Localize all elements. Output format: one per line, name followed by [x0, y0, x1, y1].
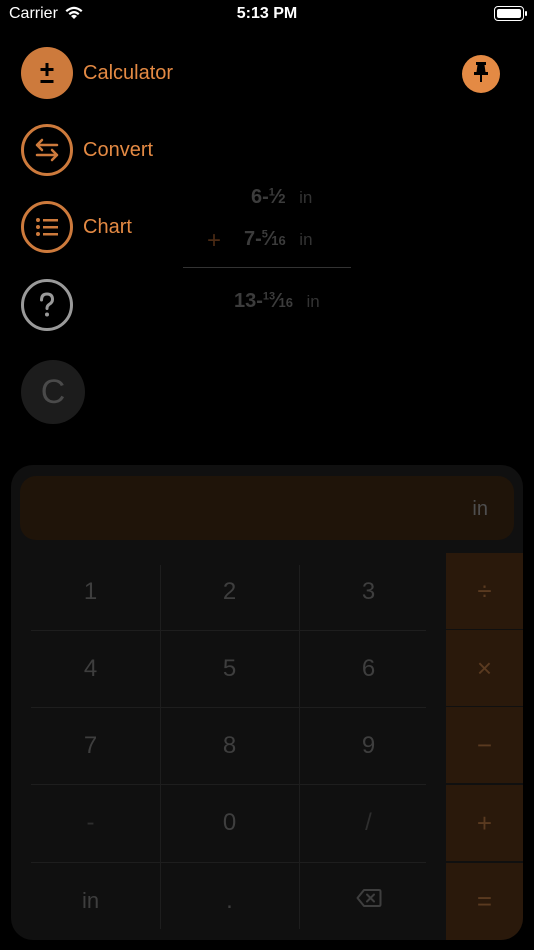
backspace-icon	[356, 887, 382, 915]
tape-divider	[183, 267, 351, 268]
tape-operator: +	[207, 227, 222, 254]
tape-whole: 6-	[251, 186, 269, 208]
backspace-button[interactable]	[299, 862, 438, 940]
menu-item-convert[interactable]: Convert	[21, 124, 153, 176]
tape-operand-2: 7-5⁄16 in	[244, 228, 313, 250]
key-unit-in[interactable]: in	[21, 862, 160, 940]
menu-item-label: Calculator	[83, 61, 174, 84]
tape-result: 13-13⁄16 in	[234, 290, 320, 312]
tape-denominator: 16	[278, 295, 293, 310]
key-0[interactable]: 0	[160, 784, 299, 862]
menu-item-chart[interactable]: Chart	[21, 201, 132, 253]
keypad-panel: in 1 2 3 4 5 6 7 8 9 - 0 / in . ÷ × − + …	[11, 465, 523, 940]
key-4[interactable]: 4	[21, 630, 160, 707]
key-fraction-slash[interactable]: /	[299, 784, 438, 862]
display-unit: in	[472, 498, 488, 520]
pin-button[interactable]	[462, 55, 500, 93]
clear-button[interactable]: C	[21, 360, 85, 424]
key-9[interactable]: 9	[299, 707, 438, 784]
key-5[interactable]: 5	[160, 630, 299, 707]
key-2[interactable]: 2	[160, 553, 299, 630]
tape-denominator: 16	[271, 233, 286, 248]
status-bar: Carrier 5:13 PM	[0, 0, 534, 30]
plus-minus-icon	[21, 47, 73, 99]
swap-arrows-icon	[21, 124, 73, 176]
battery-icon	[494, 6, 527, 21]
operator-column: ÷ × − + =	[446, 553, 523, 940]
tape-numerator: 5	[261, 228, 268, 241]
key-6[interactable]: 6	[299, 630, 438, 707]
tape-unit: in	[299, 230, 313, 249]
key-decimal[interactable]: .	[160, 862, 299, 940]
tape-denominator: 2	[278, 191, 286, 206]
add-button[interactable]: +	[446, 785, 523, 861]
help-icon	[21, 279, 73, 331]
key-1[interactable]: 1	[21, 553, 160, 630]
menu-item-label: Chart	[83, 215, 132, 238]
key-3[interactable]: 3	[299, 553, 438, 630]
key-hyphen[interactable]: -	[21, 784, 160, 862]
pin-icon	[471, 61, 491, 88]
key-8[interactable]: 8	[160, 707, 299, 784]
subtract-button[interactable]: −	[446, 707, 523, 783]
multiply-button[interactable]: ×	[446, 630, 523, 706]
menu-item-help[interactable]	[21, 279, 73, 331]
tape-whole: 13-	[234, 290, 263, 312]
tape-numerator: 1	[268, 186, 275, 199]
menu-item-calculator[interactable]: Calculator	[21, 47, 173, 99]
menu-item-label: Convert	[83, 138, 154, 161]
input-display[interactable]: in	[20, 476, 514, 540]
tape-whole: 7-	[244, 228, 262, 250]
tape-numerator: 13	[262, 290, 276, 303]
status-time: 5:13 PM	[236, 5, 298, 22]
key-7[interactable]: 7	[21, 707, 160, 784]
tape-unit: in	[306, 292, 320, 311]
list-icon	[21, 201, 73, 253]
tape-operand-1: 6-1⁄2 in	[251, 186, 313, 208]
equals-button[interactable]: =	[446, 863, 523, 940]
divide-button[interactable]: ÷	[446, 553, 523, 629]
tape-unit: in	[299, 188, 313, 207]
keypad: 1 2 3 4 5 6 7 8 9 - 0 / in . ÷ × − + =	[11, 553, 523, 940]
